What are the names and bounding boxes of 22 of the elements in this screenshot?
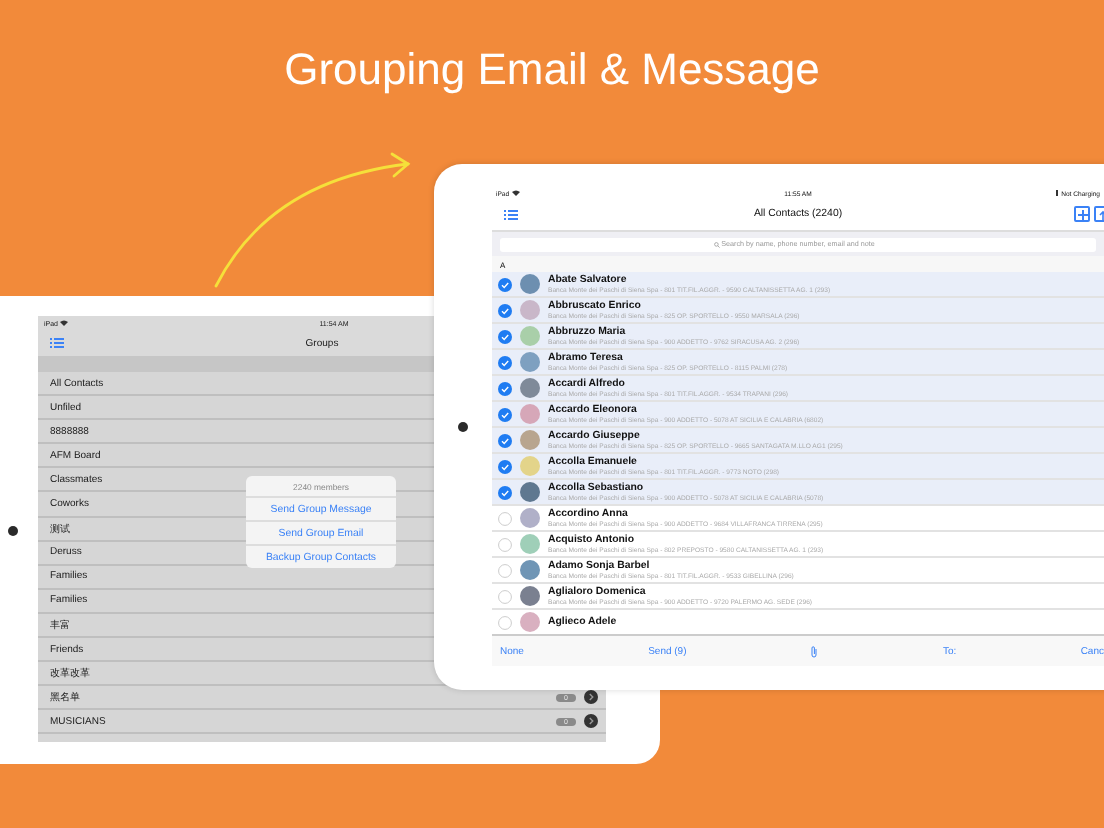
checked-circle-icon[interactable] (498, 381, 512, 395)
checked-circle-icon[interactable] (498, 459, 512, 473)
home-button[interactable] (8, 526, 18, 536)
list-icon[interactable] (504, 209, 518, 219)
wifi-icon (511, 190, 520, 196)
checked-circle-icon[interactable] (498, 277, 512, 291)
checked-circle-icon[interactable] (498, 329, 512, 343)
add-button[interactable] (1074, 206, 1090, 222)
checked-circle-icon[interactable] (498, 355, 512, 369)
headline: Grouping Email & Message (282, 42, 822, 96)
plus-icon (1077, 209, 1087, 219)
chevron-icon[interactable] (584, 714, 598, 729)
checked-circle-icon[interactable] (498, 433, 512, 447)
home-button[interactable] (458, 422, 468, 432)
paperclip-icon[interactable] (810, 645, 819, 657)
chevron-icon[interactable] (584, 690, 598, 705)
checked-circle-icon[interactable] (498, 485, 512, 499)
list-icon[interactable] (50, 338, 64, 348)
checked-circle-icon[interactable] (498, 303, 512, 317)
checked-circle-icon[interactable] (498, 407, 512, 421)
wifi-icon (60, 320, 69, 326)
search-icon (714, 241, 720, 247)
